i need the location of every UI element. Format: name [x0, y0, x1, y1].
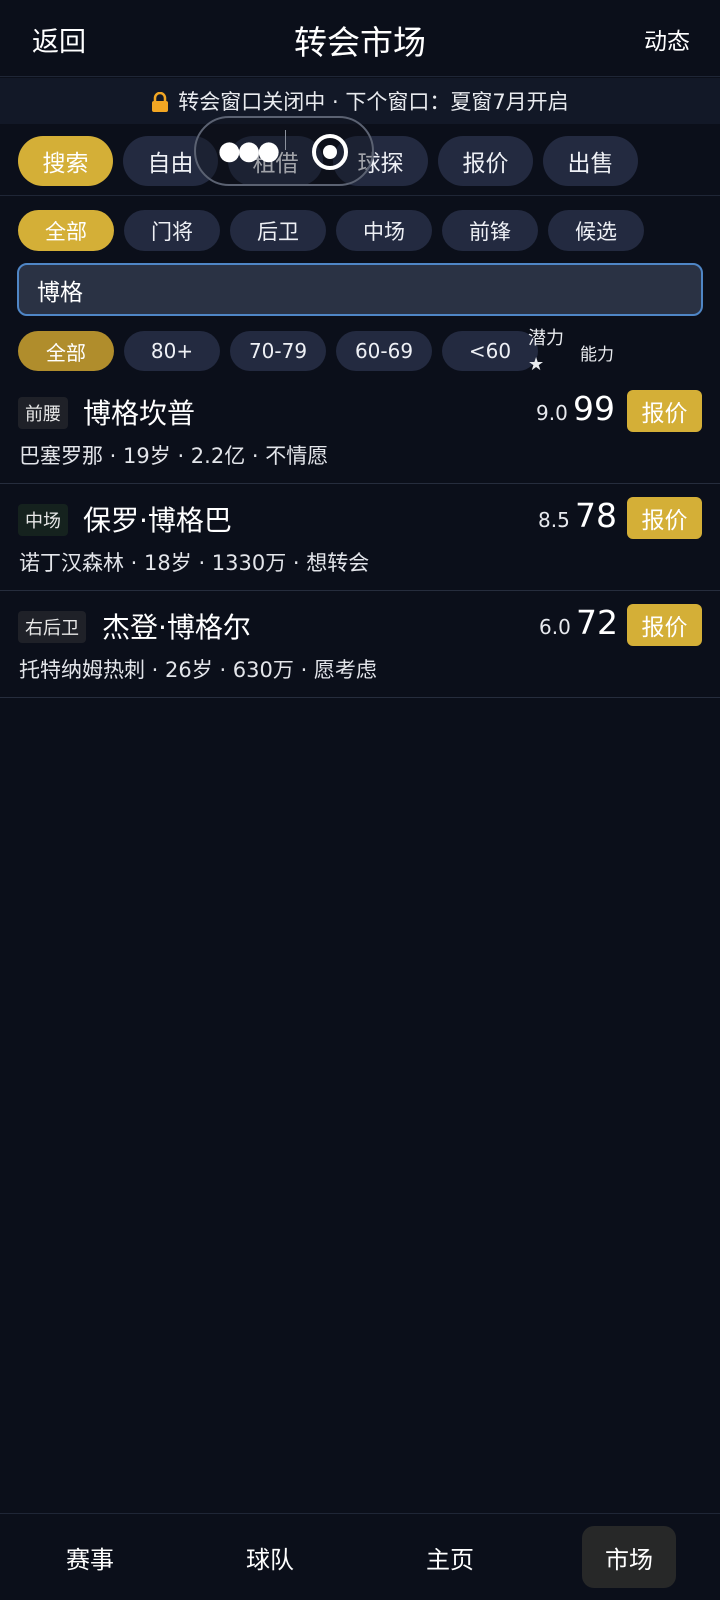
meta-separator: · — [245, 444, 266, 468]
meta-separator: · — [286, 551, 307, 575]
player-club: 托特纳姆热刺 — [19, 658, 145, 682]
filter-rating-80-plus[interactable]: 80+ — [124, 331, 220, 371]
filter-position-forward[interactable]: 前锋 — [442, 210, 538, 251]
player-ability: 99 — [573, 389, 615, 428]
tab-search[interactable]: 搜索 — [18, 136, 113, 186]
position-filter: 全部 门将 后卫 中场 前锋 候选 — [18, 210, 644, 251]
capsule-menu: ●●● — [194, 116, 374, 186]
feed-button[interactable]: 动态 — [644, 22, 690, 56]
player-willingness: 愿考虑 — [313, 658, 377, 682]
capsule-divider — [285, 130, 286, 150]
filter-position-goalkeeper[interactable]: 门将 — [124, 210, 220, 251]
meta-separator: · — [124, 551, 145, 575]
meta-separator: · — [103, 444, 124, 468]
close-target-icon[interactable] — [312, 134, 348, 170]
transfer-window-notice: 转会窗口关闭中 · 下个窗口：夏窗7月开启 — [0, 78, 720, 124]
position-tag: 前腰 — [18, 397, 68, 429]
filter-position-defender[interactable]: 后卫 — [230, 210, 326, 251]
meta-separator: · — [293, 658, 314, 682]
filter-rating-60-69[interactable]: 60-69 — [336, 331, 432, 371]
player-name: 保罗·博格巴 — [83, 504, 232, 537]
lock-icon — [152, 92, 169, 112]
filter-rating-70-79[interactable]: 70-79 — [230, 331, 326, 371]
player-potential: 6.0 — [539, 615, 571, 639]
nav-matches[interactable]: 赛事 — [43, 1526, 137, 1588]
player-age: 26岁 — [165, 658, 213, 682]
player-ability: 78 — [575, 496, 617, 535]
sort-ability-button[interactable]: 能力 — [580, 340, 614, 365]
player-meta: 诺丁汉森林 · 18岁 · 1330万 · 想转会 — [19, 547, 369, 577]
sort-potential-button[interactable]: 潜力★ — [528, 326, 568, 378]
filter-rating-all[interactable]: 全部 — [18, 331, 114, 371]
player-age: 19岁 — [123, 444, 171, 468]
player-potential: 9.0 — [536, 401, 568, 425]
tab-offers[interactable]: 报价 — [438, 136, 533, 186]
nav-home[interactable]: 主页 — [403, 1526, 497, 1588]
rating-filter: 全部 80+ 70-79 60-69 <60 — [18, 331, 538, 371]
player-age: 18岁 — [144, 551, 192, 575]
player-name: 杰登·博格尔 — [102, 611, 251, 644]
player-row[interactable]: 前腰 博格坎普 巴塞罗那 · 19岁 · 2.2亿 · 不情愿 9.0 99 报… — [0, 377, 720, 484]
offer-button[interactable]: 报价 — [627, 497, 702, 539]
nav-team[interactable]: 球队 — [223, 1526, 317, 1588]
meta-separator: · — [212, 658, 233, 682]
search-input[interactable]: 博格 — [17, 263, 703, 316]
filter-position-all[interactable]: 全部 — [18, 210, 114, 251]
offer-button[interactable]: 报价 — [627, 390, 702, 432]
notice-text: 转会窗口关闭中 · 下个窗口：夏窗7月开启 — [178, 90, 569, 114]
filter-position-shortlist[interactable]: 候选 — [548, 210, 644, 251]
player-row[interactable]: 中场 保罗·博格巴 诺丁汉森林 · 18岁 · 1330万 · 想转会 8.5 … — [0, 484, 720, 591]
position-tag: 右后卫 — [18, 611, 86, 643]
player-ability: 72 — [576, 603, 618, 642]
meta-separator: · — [145, 658, 166, 682]
divider — [0, 195, 720, 196]
player-value: 630万 — [232, 658, 294, 682]
player-meta: 巴塞罗那 · 19岁 · 2.2亿 · 不情愿 — [19, 440, 328, 470]
more-icon[interactable]: ●●● — [218, 136, 280, 166]
filter-rating-below-60[interactable]: <60 — [442, 331, 538, 371]
page-title: 转会市场 — [294, 23, 426, 62]
player-value: 1330万 — [211, 551, 287, 575]
offer-button[interactable]: 报价 — [627, 604, 702, 646]
player-name: 博格坎普 — [83, 397, 196, 430]
player-club: 诺丁汉森林 — [19, 551, 124, 575]
player-potential: 8.5 — [538, 508, 570, 532]
nav-market[interactable]: 市场 — [582, 1526, 676, 1588]
position-tag: 中场 — [18, 504, 68, 536]
player-meta: 托特纳姆热刺 · 26岁 · 630万 · 愿考虑 — [19, 654, 377, 684]
header-bar: 返回 转会市场 动态 — [0, 0, 720, 77]
player-row[interactable]: 右后卫 杰登·博格尔 托特纳姆热刺 · 26岁 · 630万 · 愿考虑 6.0… — [0, 591, 720, 698]
player-willingness: 想转会 — [306, 551, 370, 575]
player-club: 巴塞罗那 — [19, 444, 103, 468]
player-value: 2.2亿 — [190, 444, 246, 468]
player-willingness: 不情愿 — [265, 444, 329, 468]
meta-separator: · — [170, 444, 191, 468]
filter-position-midfielder[interactable]: 中场 — [336, 210, 432, 251]
tab-sell[interactable]: 出售 — [543, 136, 638, 186]
bottom-nav: 赛事 球队 主页 市场 — [0, 1513, 720, 1600]
meta-separator: · — [191, 551, 212, 575]
